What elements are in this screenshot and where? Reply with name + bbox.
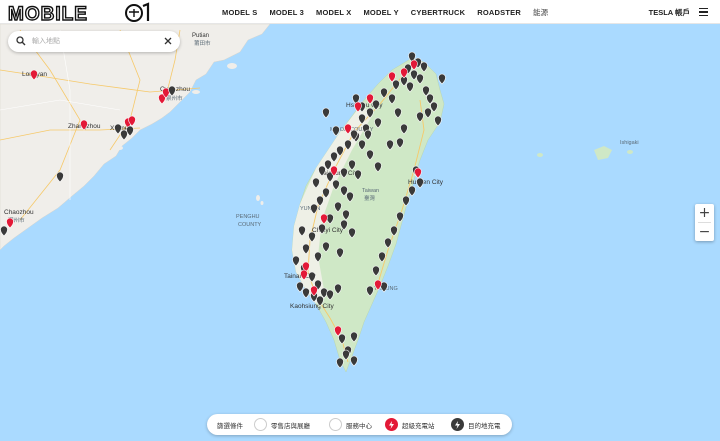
location-search-box <box>8 31 180 52</box>
filter-destination-label: 目的地充電 <box>468 422 501 430</box>
mobile01-logo[interactable]: MOBILE <box>6 2 156 23</box>
nav-model-x[interactable]: MODEL X <box>316 8 351 17</box>
filter-service-label: 服務中心 <box>346 422 372 430</box>
tesla-account-link[interactable]: TESLA 帳戶 <box>649 0 690 24</box>
zoom-control: + − <box>695 204 714 241</box>
supercharger-icon <box>385 418 398 431</box>
close-icon[interactable] <box>163 36 173 46</box>
top-navigation-bar: MOBILE MODEL S MODEL 3 MODEL X MODEL Y C… <box>0 0 720 24</box>
filter-supercharger[interactable]: 超級充電站 <box>385 417 435 432</box>
main-nav: MODEL S MODEL 3 MODEL X MODEL Y CYBERTRU… <box>222 0 560 24</box>
nav-cybertruck[interactable]: CYBERTRUCK <box>411 8 466 17</box>
service-icon <box>329 418 342 431</box>
label-putian-cn: 莆田市 <box>194 39 211 47</box>
label-penghu-county: COUNTY <box>238 222 262 228</box>
nav-model-y[interactable]: MODEL Y <box>363 8 398 17</box>
nav-model-s[interactable]: MODEL S <box>222 8 257 17</box>
nav-roadster[interactable]: ROADSTER <box>477 8 521 17</box>
store-icon <box>254 418 267 431</box>
nav-energy[interactable]: 能源 <box>533 7 548 18</box>
zoom-out-button[interactable]: − <box>695 223 714 241</box>
filter-destination[interactable]: 目的地充電 <box>451 417 501 432</box>
filter-title: 篩選條件 <box>217 423 243 430</box>
label-chaozhou: Chaozhou <box>4 209 34 216</box>
label-chiayi: Chiayi City <box>312 227 344 234</box>
label-taiwan-cn: 臺灣 <box>364 194 376 202</box>
label-penghu: PENGHU <box>236 214 260 220</box>
hamburger-menu-icon[interactable] <box>699 8 708 16</box>
label-taiwan: Taiwan <box>362 188 379 194</box>
zoom-in-button[interactable]: + <box>695 204 714 222</box>
filter-store[interactable]: 零售店與展廳 <box>254 417 310 432</box>
label-ishigaki: Ishigaki <box>620 140 639 146</box>
label-hualien: Hualien City <box>408 179 444 186</box>
label-taichung: Taichung City <box>320 170 360 177</box>
search-icon <box>16 36 26 46</box>
label-kaohsiung: Kaohsiung City <box>290 303 334 310</box>
label-putian: Putian <box>192 33 209 39</box>
filter-store-label: 零售店與展廳 <box>271 422 310 430</box>
nav-model-3[interactable]: MODEL 3 <box>269 8 304 17</box>
search-input[interactable] <box>32 34 162 49</box>
map-canvas[interactable]: Putian 莆田市 Quanzhou 泉州市 Zhangzhou Xiamen… <box>0 0 720 441</box>
destination-charger-icon <box>451 418 464 431</box>
filter-legend-bar: 篩選條件 零售店與展廳 服務中心 超級充電站 目的地充電 <box>207 414 512 435</box>
filter-supercharger-label: 超級充電站 <box>402 422 435 430</box>
filter-service[interactable]: 服務中心 <box>329 417 372 432</box>
svg-text:MOBILE: MOBILE <box>8 4 88 23</box>
